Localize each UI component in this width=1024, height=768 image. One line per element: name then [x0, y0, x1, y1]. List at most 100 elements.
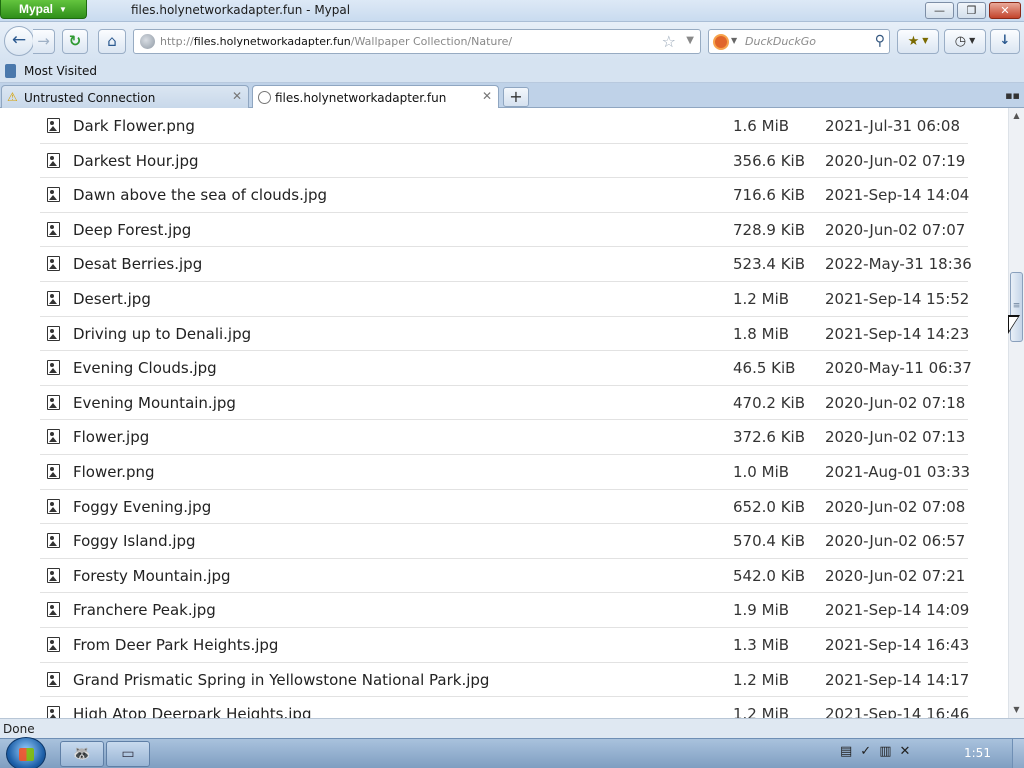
forward-button[interactable]: → — [33, 29, 55, 54]
close-window-button[interactable]: ✕ — [989, 2, 1021, 19]
home-button[interactable]: ⌂ — [98, 29, 126, 54]
reload-button[interactable]: ↻ — [62, 29, 88, 54]
url-text[interactable]: http://files.holynetworkadapter.fun/Wall… — [160, 35, 512, 48]
file-row[interactable]: Desat Berries.jpg 523.4 KiB 2022-May-31 18… — [40, 247, 972, 282]
status-text: Done — [3, 722, 35, 736]
file-name-link[interactable]: Dawn above the sea of clouds.jpg — [73, 186, 327, 204]
image-file-icon — [47, 463, 60, 479]
flag-icon[interactable]: ✓ — [860, 744, 879, 759]
search-input[interactable]: DuckDuckGo — [745, 35, 816, 48]
search-engine-dropdown-icon[interactable]: ▼ — [731, 36, 737, 45]
file-size: 1.9 MiB — [733, 601, 790, 620]
site-identity-icon[interactable] — [140, 34, 155, 49]
clock[interactable]: 1:51 — [964, 746, 991, 760]
file-row[interactable]: Dawn above the sea of clouds.jpg 716.6 Ki… — [40, 178, 969, 213]
search-bar[interactable]: ▼ DuckDuckGo ⚲ — [708, 29, 890, 54]
vertical-scrollbar[interactable]: ▲ ≡ ▼ — [1008, 108, 1024, 718]
taskbar-window-button[interactable]: ▭ — [106, 741, 150, 767]
file-name-link[interactable]: Dark Flower.png — [73, 117, 195, 135]
close-tab-icon[interactable]: ✕ — [232, 89, 242, 103]
bookmark-star-icon[interactable]: ☆ — [662, 32, 676, 51]
clock-icon: ◷ — [954, 34, 967, 49]
window-title: files.holynetworkadapter.fun - Mypal — [131, 3, 351, 17]
file-name-link[interactable]: Grand Prismatic Spring in Yellowstone Na… — [73, 671, 489, 689]
taskbar-browser-button[interactable]: 🦝 — [60, 741, 104, 767]
file-name-link[interactable]: High Atop Deerpark Heights.jpg — [73, 705, 311, 718]
file-row[interactable]: Flower.png 1.0 MiB 2021-Aug-01 03:33 — [40, 455, 970, 490]
file-row[interactable]: Driving up to Denali.jpg 1.8 MiB 2021-Sep-… — [40, 317, 969, 352]
duckduckgo-icon[interactable] — [713, 34, 729, 50]
file-name-link[interactable]: Flower.jpg — [73, 428, 149, 446]
file-row[interactable]: Grand Prismatic Spring in Yellowstone Na… — [40, 663, 970, 698]
tab-untrusted-connection[interactable]: ⚠ Untrusted Connection ✕ — [1, 85, 249, 108]
volume-muted-icon[interactable]: ✕ — [900, 744, 919, 759]
file-name-link[interactable]: Driving up to Denali.jpg — [73, 325, 251, 343]
file-name-link[interactable]: Foggy Island.jpg — [73, 532, 196, 550]
file-row[interactable]: Evening Clouds.jpg 46.5 KiB 2020-May-11 06… — [40, 351, 972, 386]
addon-button[interactable]: ★ ▼ — [897, 29, 939, 54]
minimize-button[interactable]: — — [925, 2, 954, 19]
file-row[interactable]: Foggy Island.jpg 570.4 KiB 2020-Jun-02 06:… — [40, 524, 968, 559]
file-row[interactable]: Flower.jpg 372.6 KiB 2020-Jun-02 07:13 — [40, 420, 968, 455]
system-tray[interactable]: ▤✓▥✕ — [840, 744, 918, 759]
app-menu-button[interactable]: Mypal ▼ — [0, 0, 87, 19]
file-name-link[interactable]: From Deer Park Heights.jpg — [73, 636, 278, 654]
mouse-cursor-icon — [1008, 315, 1020, 334]
page-content: Dark Flower.png 1.6 MiB 2021-Jul-31 06:08 D… — [0, 108, 1008, 718]
tab-list-icon[interactable]: ▪▪ — [1005, 89, 1020, 102]
url-history-dropdown-icon[interactable]: ▼ — [686, 35, 694, 46]
warning-icon: ⚠ — [7, 90, 18, 104]
scroll-up-arrow-icon[interactable]: ▲ — [1009, 108, 1024, 124]
file-size: 372.6 KiB — [733, 428, 806, 447]
url-bar[interactable]: http://files.holynetworkadapter.fun/Wall… — [133, 29, 701, 54]
file-row[interactable]: Evening Mountain.jpg 470.2 KiB 2020-Jun-02… — [40, 386, 968, 421]
scroll-down-arrow-icon[interactable]: ▼ — [1009, 702, 1024, 718]
file-row[interactable]: Darkest Hour.jpg 356.6 KiB 2020-Jun-02 07:… — [40, 144, 968, 179]
file-row[interactable]: From Deer Park Heights.jpg 1.3 MiB 2021-Se… — [40, 628, 970, 663]
network-icon[interactable]: ▥ — [879, 744, 899, 759]
reload-icon: ↻ — [68, 32, 82, 50]
download-arrow-icon: ↓ — [999, 33, 1011, 48]
file-name-link[interactable]: Foggy Evening.jpg — [73, 498, 211, 516]
image-file-icon — [47, 602, 60, 618]
back-button[interactable]: ← — [4, 26, 34, 56]
image-file-icon — [47, 325, 60, 341]
image-file-icon — [47, 706, 60, 718]
file-row[interactable]: Desert.jpg 1.2 MiB 2021-Sep-14 15:52 — [40, 282, 969, 317]
document-icon[interactable]: ▤ — [840, 744, 860, 759]
restore-button[interactable]: ❐ — [957, 2, 986, 19]
show-desktop-button[interactable] — [1012, 739, 1024, 768]
home-icon: ⌂ — [107, 32, 117, 50]
bookmark-most-visited[interactable]: Most Visited — [24, 64, 97, 78]
file-row[interactable]: Deep Forest.jpg 728.9 KiB 2020-Jun-02 07:0… — [40, 213, 968, 248]
bookmarks-toolbar: Most Visited — [0, 60, 1024, 83]
file-row[interactable]: Dark Flower.png 1.6 MiB 2021-Jul-31 06:08 — [40, 109, 968, 144]
file-row[interactable]: Foggy Evening.jpg 652.0 KiB 2020-Jun-02 07… — [40, 490, 968, 525]
new-tab-button[interactable]: + — [503, 87, 529, 107]
file-name-link[interactable]: Darkest Hour.jpg — [73, 152, 199, 170]
image-file-icon — [47, 187, 60, 203]
window-icon: ▭ — [121, 746, 135, 762]
image-file-icon — [47, 256, 60, 272]
file-name-link[interactable]: Evening Clouds.jpg — [73, 359, 217, 377]
url-path: /Wallpaper Collection/Nature/ — [350, 35, 513, 48]
file-row[interactable]: Foresty Mountain.jpg 542.0 KiB 2020-Jun-02… — [40, 559, 968, 594]
downloads-button[interactable]: ↓ — [990, 29, 1020, 54]
file-row[interactable]: Franchere Peak.jpg 1.9 MiB 2021-Sep-14 14:… — [40, 593, 969, 628]
file-date: 2021-Sep-14 16:43 — [825, 635, 970, 654]
file-date: 2021-Sep-14 16:46 — [825, 705, 970, 718]
tab-files[interactable]: o files.holynetworkadapter.fun ✕ — [252, 85, 499, 109]
file-name-link[interactable]: Desat Berries.jpg — [73, 255, 202, 273]
history-button[interactable]: ◷ ▼ — [944, 29, 986, 54]
file-row[interactable]: High Atop Deerpark Heights.jpg 1.2 MiB 202… — [40, 697, 970, 718]
start-button[interactable] — [6, 737, 46, 768]
close-tab-icon[interactable]: ✕ — [482, 89, 492, 103]
file-date: 2021-Sep-14 14:17 — [825, 670, 970, 689]
file-name-link[interactable]: Franchere Peak.jpg — [73, 601, 216, 619]
file-name-link[interactable]: Foresty Mountain.jpg — [73, 567, 231, 585]
file-name-link[interactable]: Deep Forest.jpg — [73, 221, 191, 239]
file-name-link[interactable]: Desert.jpg — [73, 290, 151, 308]
file-name-link[interactable]: Flower.png — [73, 463, 155, 481]
magnifier-icon[interactable]: ⚲ — [875, 33, 885, 49]
file-name-link[interactable]: Evening Mountain.jpg — [73, 394, 236, 412]
